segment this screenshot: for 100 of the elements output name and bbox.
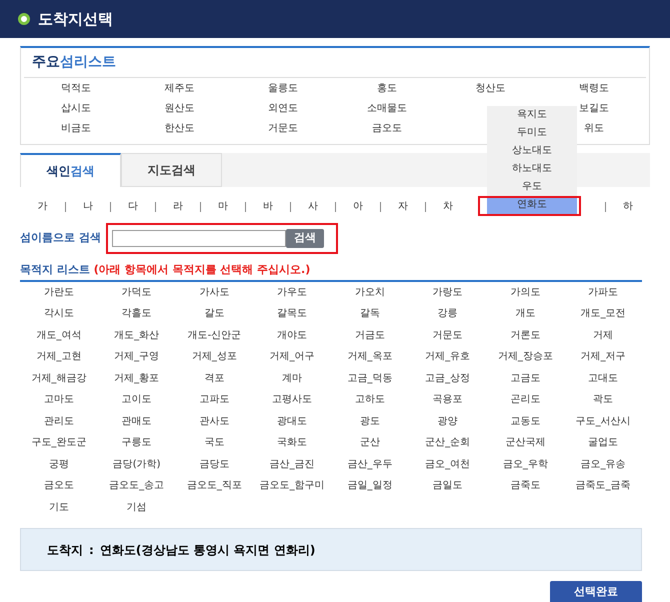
dropdown-item[interactable]: 욕지도 xyxy=(487,106,577,124)
destination-link[interactable]: 군산 xyxy=(331,432,409,454)
destination-link[interactable]: 고파도 xyxy=(176,389,254,410)
destination-link[interactable]: 갈도 xyxy=(176,303,254,324)
island-link[interactable]: 원산도 xyxy=(128,100,232,116)
dropdown-item[interactable]: 상노대도 xyxy=(487,142,577,160)
destination-link[interactable]: 거제 xyxy=(564,324,642,346)
destination-link[interactable]: 구릉도 xyxy=(98,432,176,454)
destination-link[interactable]: 계마 xyxy=(253,368,331,389)
dropdown-item[interactable]: 두미도 xyxy=(487,124,577,142)
destination-link[interactable]: 거론도 xyxy=(486,324,564,346)
destination-link[interactable]: 개도_화산 xyxy=(98,324,176,346)
island-link[interactable]: 비금도 xyxy=(24,120,128,136)
destination-link[interactable]: 갈독 xyxy=(331,303,409,324)
destination-link[interactable]: 금오_여천 xyxy=(408,454,486,475)
destination-link[interactable]: 개도_여석 xyxy=(20,324,98,346)
destination-link[interactable]: 구도_서산시 xyxy=(564,410,642,432)
destination-link[interactable]: 개도 xyxy=(486,303,564,324)
destination-link[interactable]: 고금도 xyxy=(486,368,564,389)
destination-link[interactable]: 국화도 xyxy=(253,432,331,454)
index-letter[interactable]: 사 xyxy=(290,202,335,212)
destination-link[interactable]: 굴업도 xyxy=(564,432,642,454)
index-letter[interactable]: 바 xyxy=(245,202,290,212)
destination-link[interactable]: 광도 xyxy=(331,410,409,432)
island-link[interactable]: 백령도 xyxy=(542,80,646,96)
destination-link[interactable]: 거제_장승포 xyxy=(486,346,564,368)
destination-link[interactable]: 가사도 xyxy=(176,282,254,303)
destination-link[interactable]: 국도 xyxy=(176,432,254,454)
destination-link[interactable]: 고평사도 xyxy=(253,389,331,410)
island-link[interactable]: 소매물도 xyxy=(334,100,439,116)
destination-link[interactable]: 금오도_함구미 xyxy=(253,475,331,496)
destination-link[interactable]: 거제_저구 xyxy=(564,346,642,368)
destination-link[interactable]: 거제_황포 xyxy=(98,368,176,389)
island-link[interactable]: 울릉도 xyxy=(231,80,335,96)
destination-link[interactable]: 각시도 xyxy=(20,303,98,324)
destination-link[interactable]: 가우도 xyxy=(253,282,331,303)
index-letter[interactable]: 자 xyxy=(380,202,425,212)
island-link[interactable]: 거문도 xyxy=(231,120,335,136)
destination-link[interactable]: 관사도 xyxy=(176,410,254,432)
island-link[interactable]: 제주도 xyxy=(128,80,232,96)
destination-link[interactable]: 거제_고현 xyxy=(20,346,98,368)
destination-link[interactable]: 고마도 xyxy=(20,389,98,410)
destination-link[interactable]: 구도_완도군 xyxy=(20,432,98,454)
index-letter[interactable]: 라 xyxy=(155,202,200,212)
destination-link[interactable]: 금죽도_금죽 xyxy=(564,475,642,496)
destination-link[interactable]: 군산국제 xyxy=(486,432,564,454)
destination-link[interactable]: 가란도 xyxy=(20,282,98,303)
destination-link[interactable]: 가의도 xyxy=(486,282,564,303)
destination-link[interactable]: 가랑도 xyxy=(408,282,486,303)
island-link[interactable]: 한산도 xyxy=(128,120,232,136)
island-link[interactable]: 홍도 xyxy=(334,80,439,96)
destination-link[interactable]: 개도_모전 xyxy=(564,303,642,324)
index-letter[interactable]: 차 xyxy=(425,202,470,212)
destination-link[interactable]: 가파도 xyxy=(564,282,642,303)
destination-link[interactable]: 거금도 xyxy=(331,324,409,346)
destination-link[interactable]: 교동도 xyxy=(486,410,564,432)
destination-link[interactable]: 금오도_송고 xyxy=(98,475,176,496)
index-letter[interactable]: 나 xyxy=(65,202,110,212)
island-link[interactable]: 외연도 xyxy=(231,100,335,116)
destination-link[interactable]: 고대도 xyxy=(564,368,642,389)
island-link[interactable]: 삽시도 xyxy=(24,100,128,116)
destination-link[interactable]: 거제_해금강 xyxy=(20,368,98,389)
dropdown-item[interactable]: 하노대도 xyxy=(487,160,577,178)
destination-link[interactable]: 금산_금진 xyxy=(253,454,331,475)
index-letter[interactable]: 아 xyxy=(335,202,380,212)
island-link[interactable]: 덕적도 xyxy=(24,80,128,96)
destination-link[interactable]: 거제_옥포 xyxy=(331,346,409,368)
destination-link[interactable]: 궁평 xyxy=(20,454,98,475)
destination-link[interactable]: 고금_상정 xyxy=(408,368,486,389)
destination-link[interactable]: 개도-신안군 xyxy=(176,324,254,346)
destination-link[interactable]: 기섬 xyxy=(98,496,176,518)
destination-link[interactable]: 금죽도 xyxy=(486,475,564,496)
destination-link[interactable]: 관리도 xyxy=(20,410,98,432)
island-link[interactable]: 금오도 xyxy=(334,120,439,136)
destination-link[interactable]: 고하도 xyxy=(331,389,409,410)
destination-link[interactable]: 고금_덕동 xyxy=(331,368,409,389)
index-letter[interactable]: 하 xyxy=(605,202,650,212)
destination-link[interactable]: 금당도 xyxy=(176,454,254,475)
search-button[interactable]: 검색 xyxy=(286,228,324,248)
destination-link[interactable]: 거제_어구 xyxy=(253,346,331,368)
tab[interactable]: 색인검색 xyxy=(20,153,121,187)
index-letter[interactable]: 마 xyxy=(200,202,245,212)
dropdown-item[interactable]: 우도 xyxy=(487,178,577,196)
index-letter[interactable]: 가 xyxy=(20,202,65,212)
destination-link[interactable]: 거문도 xyxy=(408,324,486,346)
destination-link[interactable]: 거제_유호 xyxy=(408,346,486,368)
destination-link[interactable]: 가오치 xyxy=(331,282,409,303)
destination-link[interactable]: 갈목도 xyxy=(253,303,331,324)
destination-link[interactable]: 금당(가학) xyxy=(98,454,176,475)
confirm-button[interactable]: 선택완료 xyxy=(550,581,642,602)
destination-link[interactable]: 각흘도 xyxy=(98,303,176,324)
destination-link[interactable]: 곤리도 xyxy=(486,389,564,410)
destination-link[interactable]: 금일도 xyxy=(408,475,486,496)
destination-link[interactable]: 곽도 xyxy=(564,389,642,410)
destination-link[interactable]: 거제_구영 xyxy=(98,346,176,368)
destination-link[interactable]: 기도 xyxy=(20,496,98,518)
destination-link[interactable]: 광대도 xyxy=(253,410,331,432)
destination-link[interactable]: 금오도_직포 xyxy=(176,475,254,496)
destination-link[interactable]: 금산_우두 xyxy=(331,454,409,475)
destination-link[interactable]: 격포 xyxy=(176,368,254,389)
